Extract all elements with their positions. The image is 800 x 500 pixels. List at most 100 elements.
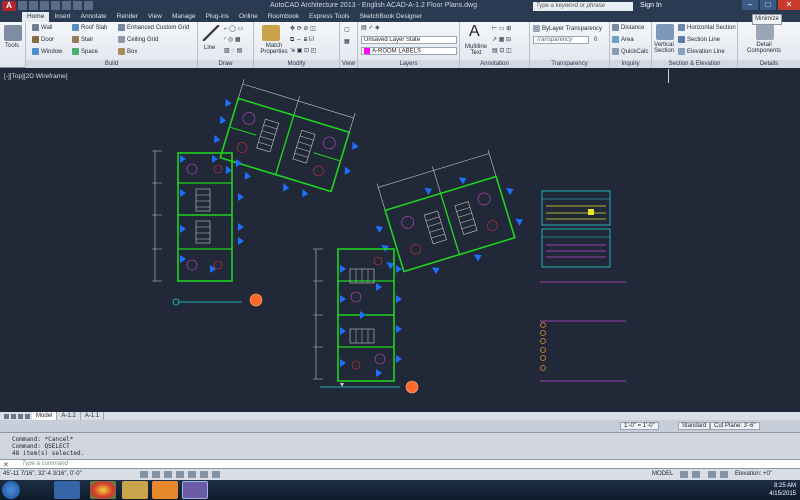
line-tool-label[interactable]: Line <box>204 44 215 52</box>
view-props-icon[interactable]: ▦ <box>344 38 350 46</box>
tab-annotate[interactable]: Annotate <box>76 12 112 22</box>
tab-model[interactable]: Model <box>32 412 58 420</box>
zoom-icon[interactable] <box>720 471 728 478</box>
layers-panel-title[interactable]: Layers <box>358 60 459 68</box>
minimize-button[interactable]: – <box>742 0 758 10</box>
maximize-button[interactable]: □ <box>760 0 776 10</box>
horizontal-section-tool[interactable]: Horizontal Section <box>678 24 736 32</box>
draw-panel-title[interactable]: Draw <box>198 60 253 68</box>
layer-tools-icon[interactable]: ▤ ✓ ◈ <box>361 24 380 32</box>
saveas-icon[interactable] <box>51 1 60 10</box>
lineweight-toggle-icon[interactable] <box>212 471 220 478</box>
match-properties-label[interactable]: Match Properties <box>258 43 290 55</box>
cut-plane-field[interactable]: Cut Plane: 3'-6" <box>710 422 760 430</box>
line-icon[interactable] <box>202 25 220 41</box>
coordinate-display[interactable]: 45'-11 7/16", 32'-4 3/16", 0'-0" <box>3 471 82 477</box>
save-icon[interactable] <box>40 1 49 10</box>
tab-manage[interactable]: Manage <box>167 12 201 22</box>
tab-express-tools[interactable]: Express Tools <box>304 12 354 22</box>
dimension-icon[interactable]: ⊢ ▭ ⊞ <box>492 25 511 33</box>
close-command-line-icon[interactable]: ✕ <box>3 461 9 469</box>
section-elevation-panel-title[interactable]: Section & Elevation <box>652 60 737 68</box>
file-explorer-icon[interactable] <box>122 481 148 499</box>
tab-sketchbook-designer[interactable]: SketchBook Designer <box>355 12 428 22</box>
outlook-icon[interactable] <box>152 481 178 499</box>
transparency-panel-title[interactable]: Transparency <box>530 60 609 68</box>
arc-icon[interactable]: ◜ ◎ ▦ <box>224 36 241 44</box>
table-icon[interactable]: ▤ ⊡ ◫ <box>492 47 512 55</box>
quick-view-drawings-icon[interactable] <box>692 471 700 478</box>
details-panel-title[interactable]: Details <box>738 60 800 68</box>
stretch-icon[interactable]: ⇲ ▣ ⊡ ◰ <box>290 47 316 55</box>
elevation-field[interactable]: Elevation: +0" <box>735 471 772 477</box>
transparency-value[interactable]: 0 <box>594 36 597 44</box>
quickcalc-tool[interactable]: QuickCalc <box>612 48 648 56</box>
layer-select[interactable]: A-ROOM LABELS <box>361 47 457 55</box>
sign-in-link[interactable]: Sign In <box>640 2 662 9</box>
annotation-panel-title[interactable]: Annotation <box>460 60 529 68</box>
box-tool[interactable]: Box <box>118 48 137 56</box>
wall-tool[interactable]: Wall <box>32 24 52 32</box>
detail-components-icon[interactable] <box>756 24 774 40</box>
pan-icon[interactable] <box>708 471 716 478</box>
vertical-section-icon[interactable] <box>656 24 674 40</box>
distance-tool[interactable]: Distance <box>612 24 644 32</box>
tab-layout-a-1-1[interactable]: A-1.1 <box>81 412 105 420</box>
stair-tool[interactable]: Stair <box>72 36 93 44</box>
snap-toggle-icon[interactable] <box>140 471 148 478</box>
autocad-taskbar-icon[interactable] <box>182 481 208 499</box>
section-tag-b[interactable] <box>405 380 419 394</box>
grid-toggle-icon[interactable] <box>152 471 160 478</box>
drawing-canvas[interactable]: [-][Top][2D Wireframe] <box>0 69 800 412</box>
tools-label[interactable]: Tools <box>5 42 19 50</box>
next-layout-icon[interactable] <box>18 413 23 419</box>
door-tool[interactable]: Door <box>32 36 54 44</box>
leader-icon[interactable]: ↗ ▦ ⊟ <box>492 36 511 44</box>
system-tray[interactable]: 8:25 AM 4/15/2015 <box>769 482 796 498</box>
tab-online[interactable]: Online <box>234 12 263 22</box>
detail-components-label[interactable]: Detail Components <box>744 42 784 54</box>
application-menu-button[interactable]: A <box>2 1 16 11</box>
polar-toggle-icon[interactable] <box>176 471 184 478</box>
model-space-toggle[interactable]: MODEL <box>652 471 673 477</box>
open-icon[interactable] <box>29 1 38 10</box>
quick-view-layouts-icon[interactable] <box>680 471 688 478</box>
search-input[interactable]: Type a keyword or phrase <box>533 2 633 11</box>
tools-icon[interactable] <box>4 25 22 41</box>
start-button[interactable] <box>2 481 20 499</box>
hatch-icon[interactable]: ▨ ◌ ▤ <box>224 47 242 55</box>
copy-icon[interactable]: ⧉ ⇔ ⊞ ◱ <box>290 36 314 44</box>
annotation-scale-select[interactable]: 1'-0" = 1'-0" <box>620 422 659 430</box>
bylayer-transparency-select[interactable]: ByLayer Transparency <box>533 25 602 33</box>
redo-icon[interactable] <box>84 1 93 10</box>
view-icon[interactable]: ▢ <box>344 26 350 34</box>
ie-icon[interactable] <box>54 481 80 499</box>
section-line-tool[interactable]: Section Line <box>678 36 720 44</box>
multiline-text-icon[interactable]: A <box>469 23 480 41</box>
tab-view[interactable]: View <box>143 12 167 22</box>
command-input[interactable]: Type a command <box>22 461 68 467</box>
vertical-section-label[interactable]: Vertical Section <box>652 42 676 54</box>
tab-home[interactable]: Home <box>22 12 50 22</box>
otrack-toggle-icon[interactable] <box>200 471 208 478</box>
command-line[interactable]: ✕ Type a command <box>0 459 800 469</box>
enhanced-grid-tool[interactable]: Enhanced Custom Grid <box>118 24 189 32</box>
polyline-icon[interactable]: ⌐ ◯ ▭ <box>224 25 243 33</box>
elevation-line-tool[interactable]: Elevation Line <box>678 48 725 56</box>
prev-layout-icon[interactable] <box>11 413 16 419</box>
section-tag-a[interactable] <box>249 293 263 307</box>
undo-icon[interactable] <box>73 1 82 10</box>
last-layout-icon[interactable] <box>25 413 30 419</box>
view-panel-title[interactable]: View <box>340 60 357 68</box>
roof-slab-tool[interactable]: Roof Slab <box>72 24 107 32</box>
tab-roombook[interactable]: Roombook <box>263 12 304 22</box>
space-tool[interactable]: Space <box>72 48 98 56</box>
close-button[interactable]: ✕ <box>778 0 800 10</box>
multiline-text-label[interactable]: Multiline Text <box>464 44 488 56</box>
inquiry-panel-title[interactable]: Inquiry <box>610 60 651 68</box>
window-tool[interactable]: Window <box>32 48 62 56</box>
tab-layout-a-1-2[interactable]: A-1.2 <box>57 412 81 420</box>
layer-state-select[interactable]: Unsaved Layer State <box>361 36 457 44</box>
plot-icon[interactable] <box>62 1 71 10</box>
area-tool[interactable]: Area <box>612 36 634 44</box>
